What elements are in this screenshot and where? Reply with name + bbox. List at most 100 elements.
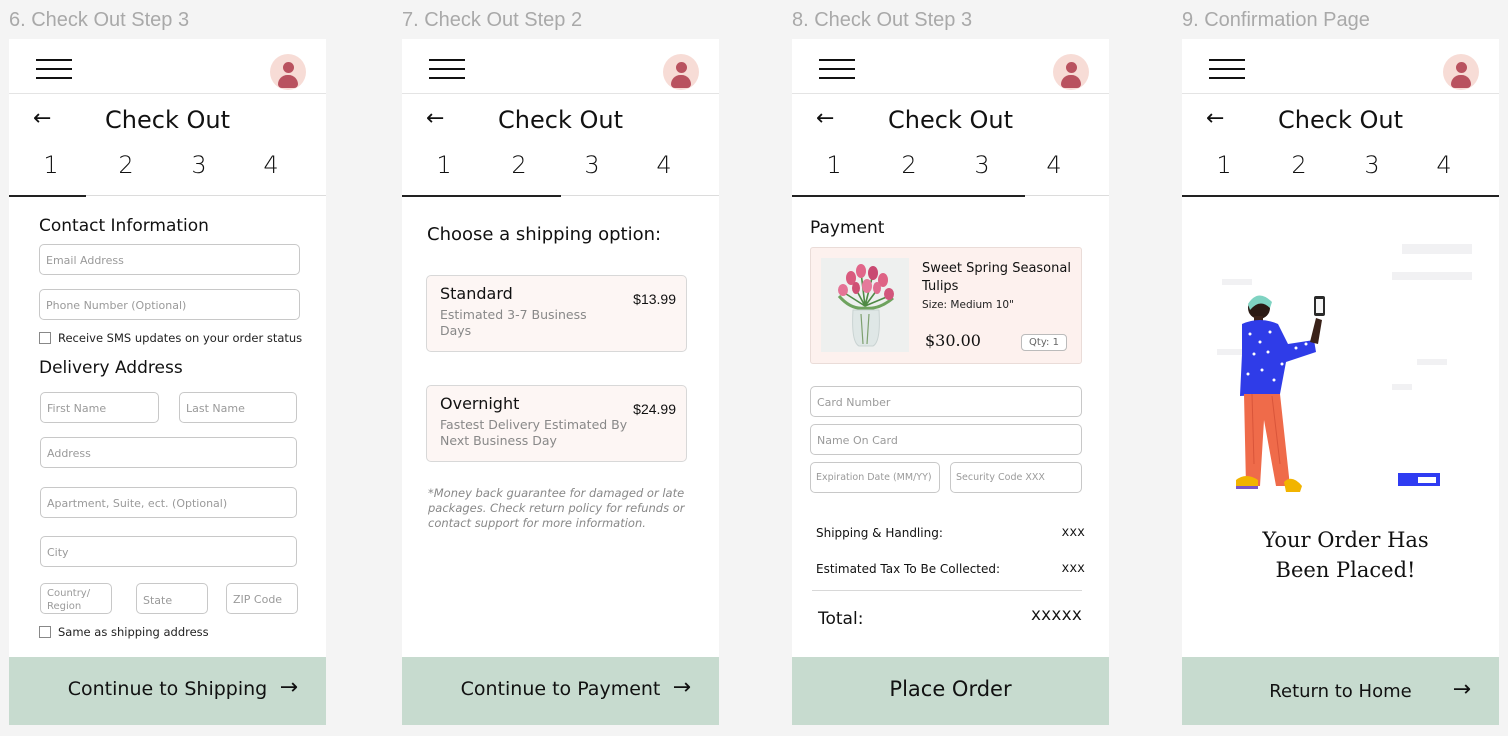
apartment-field[interactable]: Apartment, Suite, ect. (Optional) [40, 487, 297, 518]
product-price: $30.00 [925, 331, 981, 350]
phone-field[interactable]: Phone Number (Optional) [39, 289, 300, 320]
cta-label: Return to Home [1269, 681, 1412, 702]
tab-step-2[interactable]: 2 [1279, 151, 1319, 179]
sms-checkbox[interactable] [39, 332, 51, 344]
menu-icon[interactable] [429, 59, 465, 81]
avatar[interactable] [1053, 54, 1089, 90]
frame-title-step1: 6. Check Out Step 3 [9, 9, 190, 31]
tab-step-3[interactable]: 3 [179, 151, 219, 179]
estimated-tax-value: xxx [1061, 561, 1085, 576]
shipping-handling-label: Shipping & Handling: [816, 526, 943, 540]
order-placed-message: Your Order Has Been Placed! [1262, 528, 1429, 582]
shipping-option-description: Estimated 3-7 Business Days [440, 307, 587, 338]
arrow-right-icon: → [279, 675, 298, 700]
total-label: Total: [818, 609, 864, 629]
avatar[interactable] [1443, 54, 1479, 90]
card-number-field[interactable]: Card Number [810, 386, 1082, 417]
arrow-right-icon: → [672, 675, 691, 700]
menu-icon[interactable] [1209, 59, 1245, 81]
product-size: Size: Medium 10" [922, 299, 1014, 311]
shipping-option-name: Standard [440, 284, 513, 303]
step-tabs: 1 2 3 4 [402, 151, 719, 197]
step-tabs: 1 2 3 4 [9, 151, 326, 197]
screen-payment: ← Check Out 1 2 3 4 Payment Sweet Spring… [792, 39, 1109, 725]
avatar[interactable] [663, 54, 699, 90]
page-title: Check Out [1278, 106, 1403, 134]
tab-step-3[interactable]: 3 [962, 151, 1002, 179]
frame-title-step2: 7. Check Out Step 2 [402, 9, 583, 31]
delivery-section-title: Delivery Address [39, 358, 183, 378]
shipping-option-overnight[interactable]: Overnight $24.99 Fastest Delivery Estima… [426, 385, 687, 462]
top-bar [402, 39, 719, 94]
return-to-home-button[interactable]: Return to Home → [1182, 657, 1499, 725]
tulips-product-image [821, 258, 909, 352]
cta-label: Continue to Shipping [67, 678, 268, 700]
top-bar [1182, 39, 1499, 94]
address-field[interactable]: Address [40, 437, 297, 468]
same-address-row: Same as shipping address [39, 625, 209, 639]
continue-to-payment-button[interactable]: Continue to Payment → [402, 657, 719, 725]
tab-step-2[interactable]: 2 [499, 151, 539, 179]
first-name-field[interactable]: First Name [40, 392, 159, 423]
security-code-field[interactable]: Security Code XXX [950, 462, 1082, 493]
avatar[interactable] [270, 54, 306, 90]
frame-title-step3: 8. Check Out Step 3 [792, 9, 973, 31]
screen-contact: ← Check Out 1 2 3 4 Contact Information … [9, 39, 326, 725]
menu-icon[interactable] [36, 59, 72, 81]
page-title: Check Out [105, 106, 230, 134]
last-name-field[interactable]: Last Name [179, 392, 297, 423]
tab-step-2[interactable]: 2 [889, 151, 929, 179]
step-indicator [402, 195, 561, 197]
step-tabs: 1 2 3 4 [1182, 151, 1499, 197]
tab-step-4[interactable]: 4 [1034, 151, 1074, 179]
continue-to-shipping-button[interactable]: Continue to Shipping → [9, 657, 326, 725]
shipping-option-name: Overnight [440, 394, 520, 413]
page-title: Check Out [888, 106, 1013, 134]
same-address-label: Same as shipping address [58, 625, 209, 639]
name-on-card-field[interactable]: Name On Card [810, 424, 1082, 455]
email-field[interactable]: Email Address [39, 244, 300, 275]
cart-item-card: Sweet Spring Seasonal Tulips Size: Mediu… [810, 247, 1082, 364]
tab-step-2[interactable]: 2 [106, 151, 146, 179]
tab-step-3[interactable]: 3 [572, 151, 612, 179]
shipping-option-price: $24.99 [633, 401, 676, 417]
guarantee-disclaimer: *Money back guarantee for damaged or lat… [428, 486, 685, 530]
step-indicator [792, 195, 1025, 197]
contact-section-title: Contact Information [39, 216, 209, 236]
expiration-field[interactable]: Expiration Date (MM/YY) [810, 462, 940, 493]
country-field[interactable]: Country/ Region [40, 583, 112, 614]
tab-step-1[interactable]: 1 [814, 151, 854, 179]
same-address-checkbox[interactable] [39, 626, 51, 638]
top-bar [792, 39, 1109, 94]
cta-label: Place Order [889, 677, 1012, 701]
shipping-option-price: $13.99 [633, 291, 676, 307]
page-title: Check Out [498, 106, 623, 134]
city-field[interactable]: City [40, 536, 297, 567]
tab-step-1[interactable]: 1 [424, 151, 464, 179]
arrow-right-icon: → [1452, 677, 1471, 702]
tab-step-1[interactable]: 1 [1204, 151, 1244, 179]
state-field[interactable]: State [136, 583, 208, 614]
estimated-tax-label: Estimated Tax To Be Collected: [816, 562, 1001, 576]
total-value: xxxxx [1030, 605, 1082, 625]
menu-icon[interactable] [819, 59, 855, 81]
tab-step-4[interactable]: 4 [251, 151, 291, 179]
tab-step-4[interactable]: 4 [1424, 151, 1464, 179]
zip-field[interactable]: ZIP Code [226, 583, 298, 614]
tab-step-4[interactable]: 4 [644, 151, 684, 179]
payment-section-title: Payment [810, 218, 885, 238]
frame-title-confirmation: 9. Confirmation Page [1182, 9, 1370, 31]
screen-confirmation: ← Check Out 1 2 3 4 Your Order Has Been … [1182, 39, 1499, 725]
top-bar [9, 39, 326, 94]
summary-divider [812, 590, 1082, 591]
shipping-option-standard[interactable]: Standard $13.99 Estimated 3-7 Business D… [426, 275, 687, 352]
tab-step-1[interactable]: 1 [31, 151, 71, 179]
place-order-button[interactable]: Place Order [792, 657, 1109, 725]
cta-label: Continue to Payment [460, 678, 661, 700]
sms-checkbox-row: Receive SMS updates on your order status [39, 331, 302, 345]
quantity-selector[interactable]: Qty: 1 [1021, 334, 1067, 351]
product-name: Sweet Spring Seasonal Tulips [922, 261, 1071, 294]
shipping-option-description: Fastest Delivery Estimated By Next Busin… [440, 417, 628, 448]
tab-step-3[interactable]: 3 [1352, 151, 1392, 179]
step-indicator [1182, 195, 1499, 197]
